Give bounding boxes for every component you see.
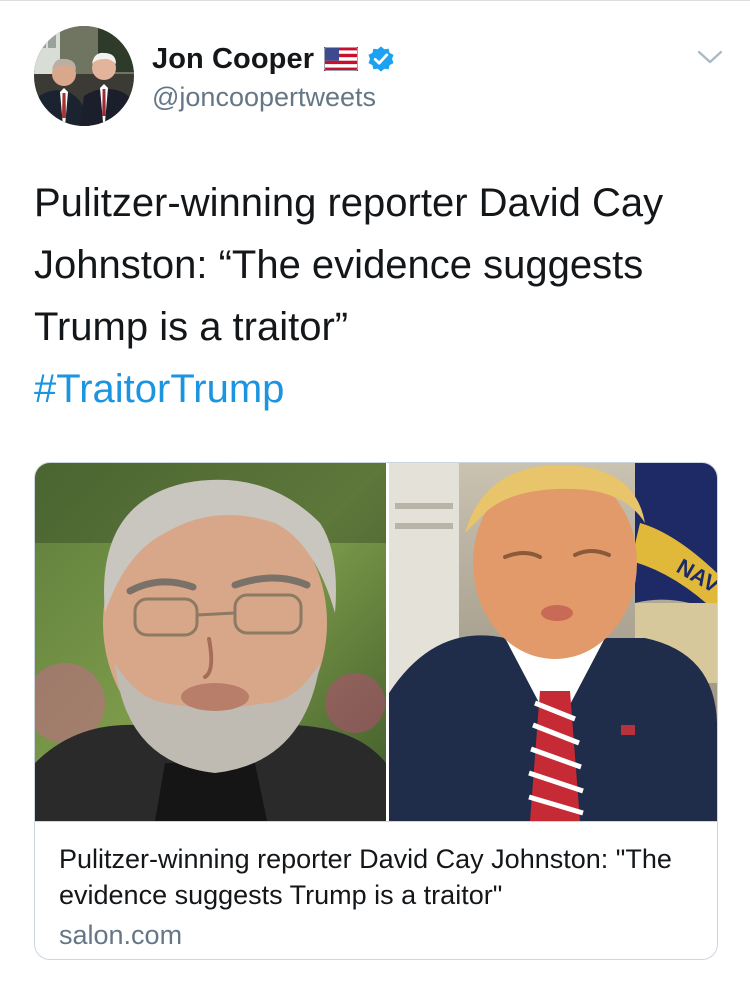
link-card[interactable]: NAVY Pulitzer-winning reporter David Cay…: [34, 462, 718, 960]
link-card-text: Pulitzer-winning reporter David Cay John…: [59, 841, 699, 953]
tweet-body: Pulitzer-winning reporter David Cay John…: [34, 172, 724, 420]
link-card-image: NAVY: [35, 463, 717, 822]
author-names: Jon Cooper @joncoopertweets: [152, 40, 396, 113]
author-display-name[interactable]: Jon Cooper: [152, 43, 314, 76]
top-divider: [0, 0, 750, 1]
us-flag-icon: [324, 47, 359, 71]
tweet-text: Pulitzer-winning reporter David Cay John…: [34, 181, 664, 349]
avatar[interactable]: [34, 26, 134, 126]
chevron-down-icon[interactable]: [696, 48, 724, 66]
hashtag-link[interactable]: #TraitorTrump: [34, 358, 724, 420]
tweet-header: Jon Cooper @joncoopertweets: [34, 26, 724, 130]
link-card-domain: salon.com: [59, 920, 183, 950]
verified-badge-icon: [368, 46, 394, 72]
author-handle[interactable]: @joncoopertweets: [152, 82, 396, 113]
link-card-title: Pulitzer-winning reporter David Cay John…: [59, 844, 672, 910]
